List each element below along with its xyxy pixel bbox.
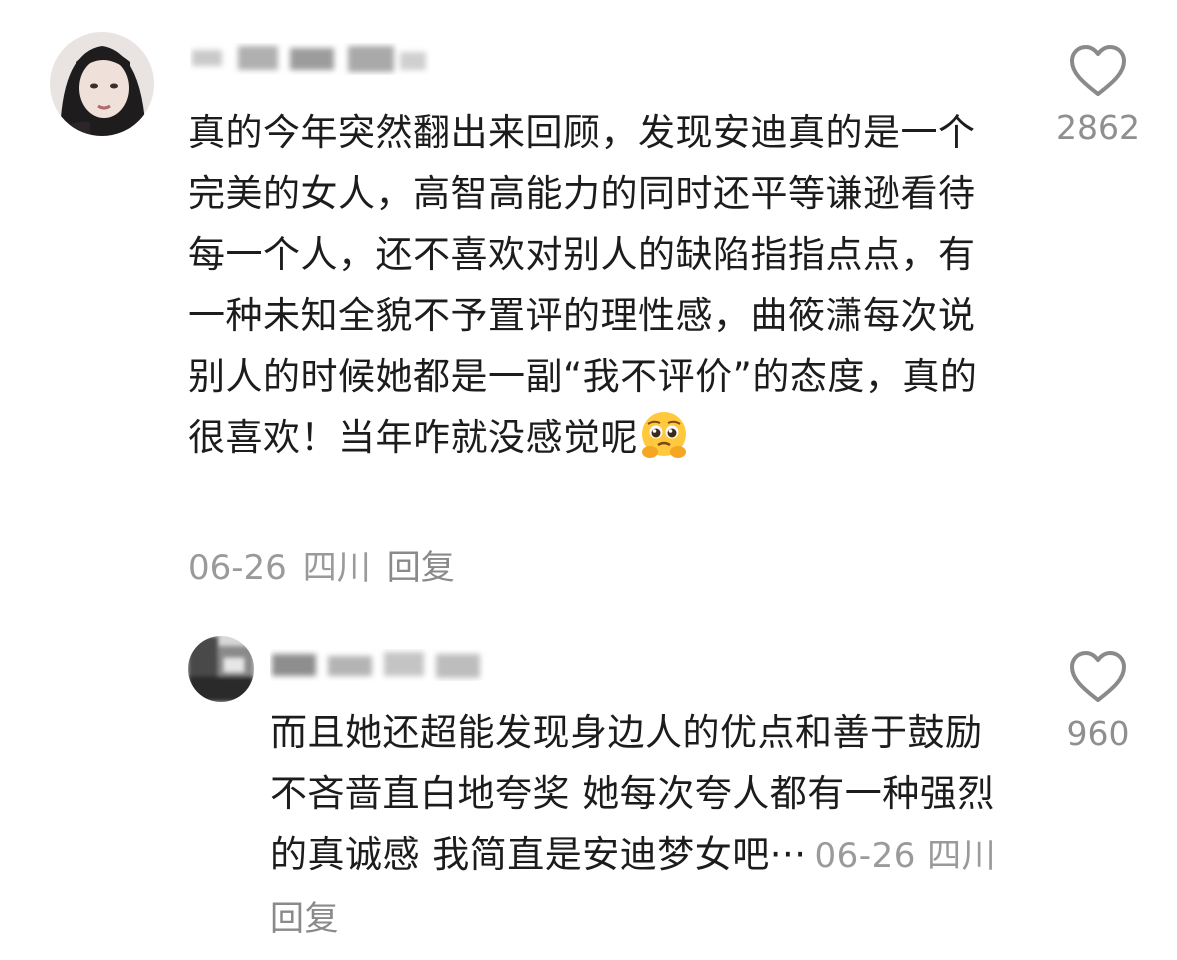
comment-meta: 06-26 四川 回复 bbox=[188, 540, 471, 589]
comment-text: 而且她还超能发现身边人的优点和善于鼓励 不吝啬直白地夸奖 她每次夸人都有一种强烈… bbox=[270, 702, 1005, 950]
like-button[interactable]: 960 bbox=[1048, 650, 1148, 753]
like-count: 960 bbox=[1066, 714, 1130, 753]
avatar[interactable] bbox=[188, 636, 254, 702]
reply-button[interactable]: 回复 bbox=[387, 548, 455, 588]
like-button[interactable]: 2862 bbox=[1048, 44, 1148, 147]
reply-comment-item: 而且她还超能发现身边人的优点和善于鼓励 不吝啬直白地夸奖 她每次夸人都有一种强烈… bbox=[0, 620, 1177, 960]
like-count: 2862 bbox=[1056, 108, 1140, 147]
pleading-face-emoji bbox=[642, 412, 686, 458]
username-blurred[interactable] bbox=[190, 40, 430, 80]
comment-location: 四川 bbox=[927, 836, 997, 876]
username-blurred[interactable] bbox=[270, 644, 500, 684]
heart-outline-icon[interactable] bbox=[1069, 650, 1127, 704]
comment-text: 真的今年突然翻出来回顾，发现安迪真的是一个完美的女人，高智高能力的同时还平等谦逊… bbox=[188, 102, 1008, 468]
comment-text-content: 真的今年突然翻出来回顾，发现安迪真的是一个完美的女人，高智高能力的同时还平等谦逊… bbox=[188, 111, 978, 459]
comment-date: 06-26 bbox=[188, 548, 287, 588]
comment-item: 真的今年突然翻出来回顾，发现安迪真的是一个完美的女人，高智高能力的同时还平等谦逊… bbox=[0, 0, 1177, 600]
comment-date: 06-26 bbox=[814, 836, 916, 876]
avatar[interactable] bbox=[50, 32, 154, 136]
comment-location: 四川 bbox=[302, 548, 371, 588]
reply-button[interactable]: 回复 bbox=[270, 899, 339, 939]
heart-outline-icon[interactable] bbox=[1069, 44, 1127, 98]
